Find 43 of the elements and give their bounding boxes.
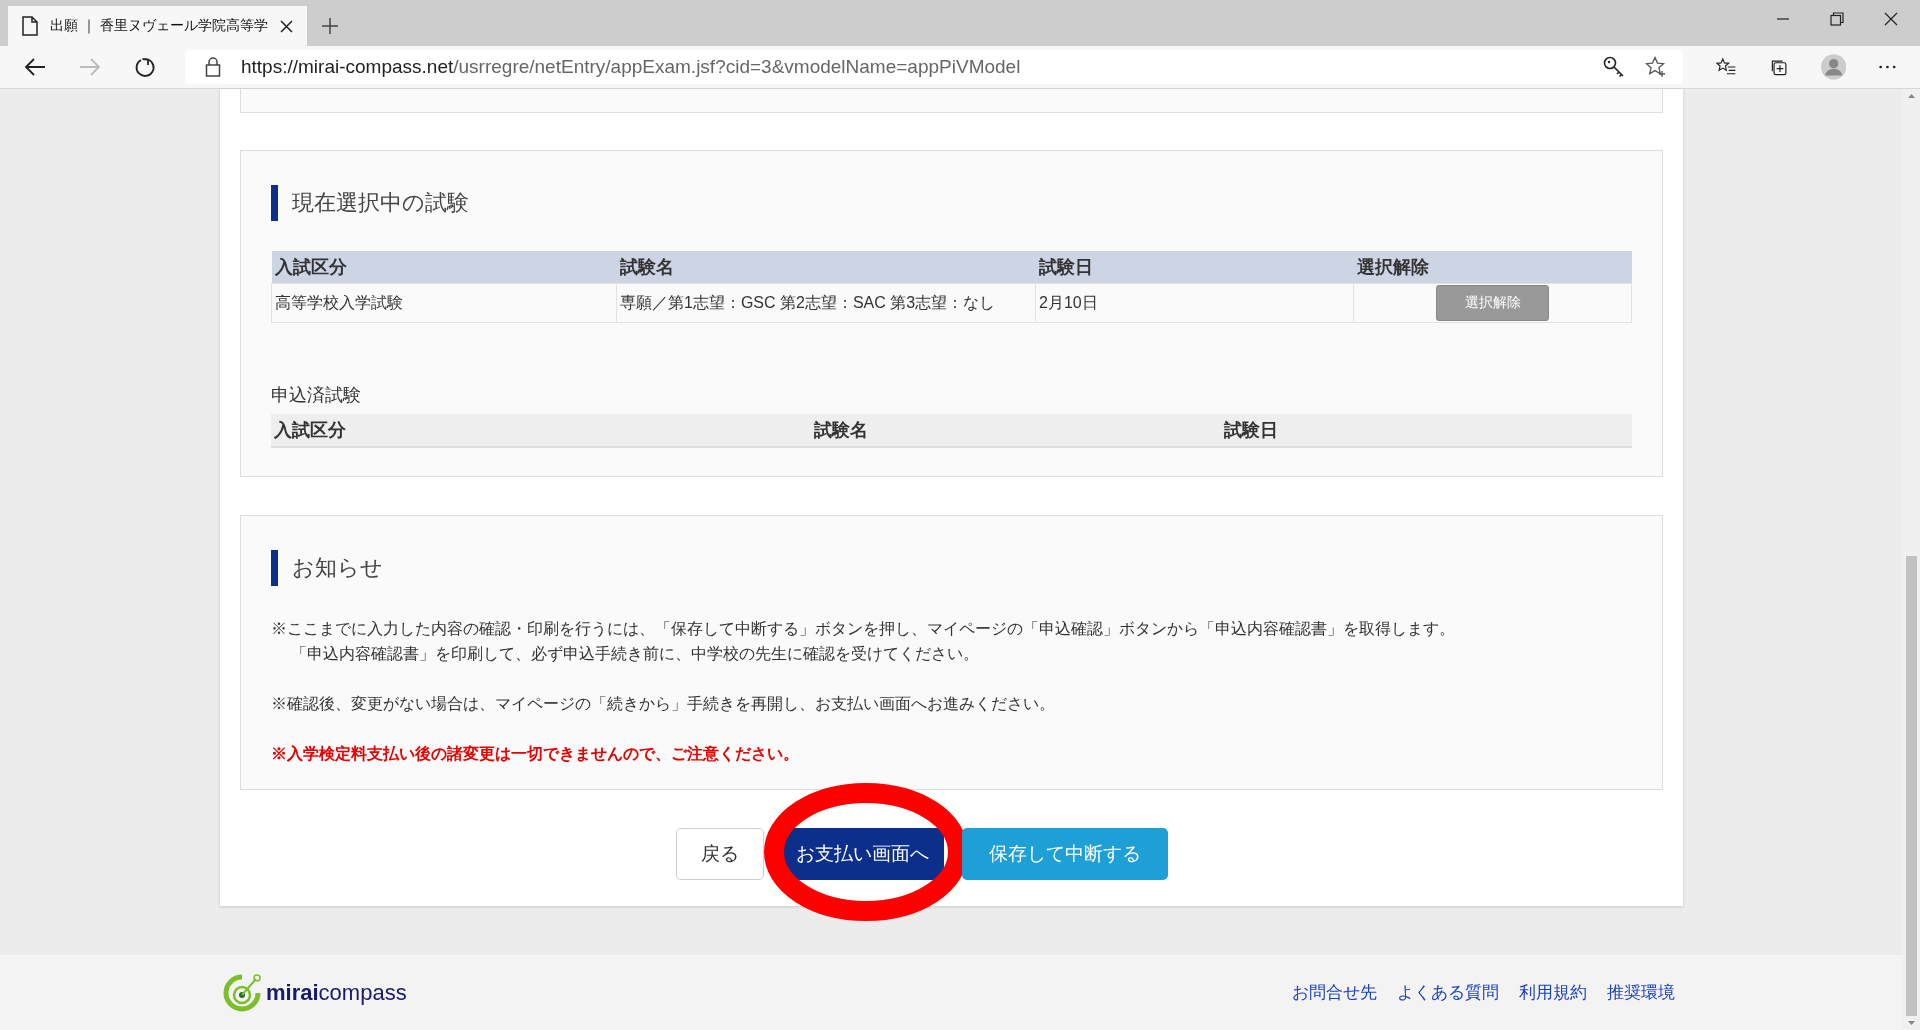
- footer-link[interactable]: よくある質問: [1397, 981, 1499, 1004]
- back-button[interactable]: 戻る: [675, 828, 764, 880]
- notice-text: ※ここまでに入力した内容の確認・印刷を行うには、「保存して中断する」ボタンを押し、マイページの「申込確認」ボタンから「申込内容確認書」を取得します。: [271, 619, 1456, 639]
- more-options-icon[interactable]: [1879, 65, 1896, 69]
- section-heading: 現在選択中の試験: [292, 189, 469, 217]
- logo-icon: [222, 972, 262, 1013]
- notice-text: ※確認後、変更がない場合は、マイページの「続きから」手続きを再開し、お支払い画面へお進みください。: [271, 694, 1056, 714]
- page-icon: [22, 16, 38, 36]
- close-icon[interactable]: [1884, 12, 1898, 26]
- column-header: 試験日: [1221, 414, 1632, 447]
- section-heading: お知らせ: [292, 554, 383, 582]
- footer-link[interactable]: 利用規約: [1519, 981, 1587, 1004]
- column-header: 試験日: [1035, 251, 1354, 284]
- column-header: 入試区分: [271, 414, 811, 447]
- close-icon[interactable]: [279, 19, 293, 33]
- back-icon[interactable]: [24, 57, 46, 77]
- footer-link[interactable]: 推奨環境: [1607, 981, 1675, 1004]
- add-favorite-icon[interactable]: [1645, 56, 1667, 78]
- footer-link[interactable]: お問合せ先: [1292, 981, 1377, 1004]
- table-cell: 2月10日: [1035, 283, 1354, 323]
- address-bar[interactable]: https://mirai-compass.net/usrregre/netEntry/appExam.jsf?cid=3&vmodelName=appPiVModel: [185, 50, 1683, 84]
- browser-tab[interactable]: 出願 ｜ 香里ヌヴェール学院高等学: [8, 6, 307, 46]
- profile-avatar-icon[interactable]: [1820, 52, 1847, 82]
- heading-bar: [271, 185, 278, 221]
- column-header: 試験名: [616, 251, 1036, 284]
- restore-icon[interactable]: [1830, 12, 1844, 26]
- url-text: https://mirai-compass.net/usrregre/netEntry/appExam.jsf?cid=3&vmodelName=appPiVModel: [241, 56, 1022, 78]
- new-tab-icon[interactable]: [320, 17, 339, 35]
- notice-text: 「申込内容確認書」を印刷して、必ず申込手続き前に、中学校の先生に確認を受けてください。: [290, 644, 980, 664]
- column-header: 試験名: [811, 414, 1221, 447]
- subsection-heading: 申込済試験: [271, 384, 362, 407]
- logo-text: miraicompass: [266, 979, 407, 1006]
- column-header: 選択解除: [1353, 251, 1632, 284]
- scrollbar-thumb[interactable]: [1906, 556, 1917, 1016]
- heading-bar: [271, 550, 278, 586]
- table-cell: 専願／第1志望：GSC 第2志望：SAC 第3志望：なし: [616, 283, 1036, 323]
- column-header: 入試区分: [271, 251, 617, 284]
- payment-button[interactable]: お支払い画面へ: [781, 828, 944, 880]
- table-cell: 高等学校入学試験: [271, 283, 617, 323]
- lock-icon: [205, 57, 221, 77]
- key-icon[interactable]: [1603, 56, 1625, 78]
- warning-text: ※入学検定料支払い後の諸変更は一切できませんので、ご注意ください。: [271, 744, 800, 764]
- refresh-icon[interactable]: [134, 56, 156, 78]
